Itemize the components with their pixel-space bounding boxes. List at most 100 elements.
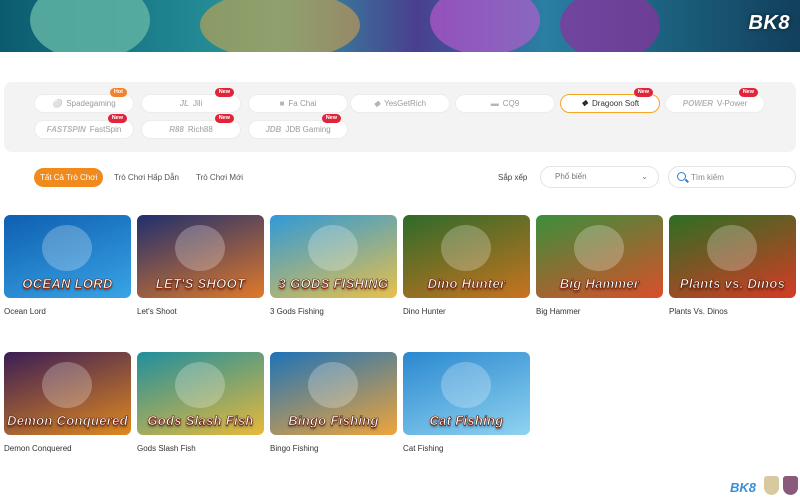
provider-jili[interactable]: JL Jili New: [141, 88, 241, 113]
game-art: [42, 362, 92, 408]
game-art-title: Plants vs. Dinos: [679, 276, 786, 291]
game-name[interactable]: Ocean Lord: [4, 307, 131, 316]
partner-crest-icon: [783, 476, 798, 495]
game-name[interactable]: Demon Conquered: [4, 444, 131, 453]
provider-yesgetrich[interactable]: ◆ YesGetRich: [350, 94, 450, 113]
game-card[interactable]: Gods Slash Fish Gods Slash Fish: [137, 352, 264, 453]
game-name[interactable]: Bingo Fishing: [270, 444, 397, 453]
game-art-title: OCEAN LORD: [22, 276, 113, 291]
game-art: [441, 362, 491, 408]
provider-rich88[interactable]: R88 Rich88 New: [141, 114, 241, 139]
game-card[interactable]: Demon Conquered Demon Conquered: [4, 352, 131, 453]
game-thumbnail[interactable]: 3 GODS FISHING: [270, 215, 397, 298]
provider-v-power[interactable]: POWER V-Power New: [665, 88, 765, 113]
cq9-logo-icon: ▬: [490, 99, 499, 108]
game-name[interactable]: Let's Shoot: [137, 307, 264, 316]
sort-selected-value: Phổ biến: [555, 172, 587, 181]
provider-jdb-gaming[interactable]: JDB JDB Gaming New: [248, 114, 348, 139]
provider-dragoon-soft[interactable]: ❖ Dragoon Soft New: [560, 88, 660, 113]
game-name[interactable]: Big Hammer: [536, 307, 663, 316]
game-card[interactable]: Dino Hunter Dino Hunter: [403, 215, 530, 316]
search-input[interactable]: [691, 170, 791, 185]
game-art-title: Cat Fishing: [429, 413, 504, 428]
banner-art: [200, 0, 360, 52]
game-thumbnail[interactable]: Big Hammer: [536, 215, 663, 298]
game-name[interactable]: Plants Vs. Dinos: [669, 307, 796, 316]
game-art: [308, 225, 358, 271]
banner-art: [430, 0, 540, 52]
game-art: [574, 225, 624, 271]
game-art-title: Dino Hunter: [427, 276, 506, 291]
game-art: [707, 225, 757, 271]
game-art-title: Bingo Fishing: [288, 413, 379, 428]
brand-logo[interactable]: BK8: [748, 12, 790, 35]
chevron-down-icon: ⌄: [641, 172, 648, 181]
hero-banner: BK8: [0, 0, 800, 52]
search-box[interactable]: [668, 166, 796, 188]
provider-panel: ⚪ Spadegaming Hot JL Jili New ■ Fa Chai …: [4, 82, 796, 152]
provider-label: Jili: [193, 99, 203, 108]
fastspin-logo-icon: FASTSPIN: [46, 125, 86, 134]
provider-label: V-Power: [717, 99, 748, 108]
provider-cq9[interactable]: ▬ CQ9: [455, 94, 555, 113]
game-art: [308, 362, 358, 408]
provider-label: CQ9: [502, 99, 520, 108]
game-art: [175, 362, 225, 408]
game-art-title: Big Hammer: [559, 276, 640, 291]
banner-art: [560, 0, 660, 52]
game-name[interactable]: Dino Hunter: [403, 307, 530, 316]
game-thumbnail[interactable]: Gods Slash Fish: [137, 352, 264, 435]
banner-art: [30, 0, 150, 52]
partner-crest-icon: [764, 476, 779, 495]
game-thumbnail[interactable]: LET'S SHOOT: [137, 215, 264, 298]
provider-spadegaming[interactable]: ⚪ Spadegaming Hot: [34, 88, 134, 113]
provider-label: JDB Gaming: [285, 125, 331, 134]
game-art-title: Gods Slash Fish: [147, 413, 254, 428]
v-power-logo-icon: POWER: [682, 99, 713, 108]
game-art-title: 3 GODS FISHING: [278, 276, 389, 291]
jdb-logo-icon: JDB: [265, 125, 282, 134]
tab-new-games[interactable]: Trò Chơi Mới: [190, 168, 249, 187]
game-thumbnail[interactable]: Dino Hunter: [403, 215, 530, 298]
game-art-title: Demon Conquered: [7, 413, 128, 428]
game-card[interactable]: LET'S SHOOT Let's Shoot: [137, 215, 264, 316]
new-badge: New: [321, 114, 341, 123]
game-thumbnail[interactable]: OCEAN LORD: [4, 215, 131, 298]
new-badge: New: [633, 88, 653, 97]
game-card[interactable]: Plants vs. Dinos Plants Vs. Dinos: [669, 215, 796, 316]
game-name[interactable]: Cat Fishing: [403, 444, 530, 453]
game-card[interactable]: Cat Fishing Cat Fishing: [403, 352, 530, 453]
game-art: [175, 225, 225, 271]
provider-label: Fa Chai: [288, 99, 317, 108]
game-thumbnail[interactable]: Cat Fishing: [403, 352, 530, 435]
rich88-logo-icon: R88: [169, 125, 184, 134]
provider-label: Rich88: [187, 125, 213, 134]
new-badge: New: [107, 114, 127, 123]
game-art: [42, 225, 92, 271]
game-card[interactable]: Bingo Fishing Bingo Fishing: [270, 352, 397, 453]
sort-select[interactable]: Phổ biến ⌄: [540, 166, 659, 188]
provider-label: Spadegaming: [66, 99, 116, 108]
tab-all-games[interactable]: Tất Cả Trò Chơi: [34, 168, 104, 187]
hot-badge: Hot: [109, 88, 127, 97]
game-card[interactable]: OCEAN LORD Ocean Lord: [4, 215, 131, 316]
game-thumbnail[interactable]: Demon Conquered: [4, 352, 131, 435]
tab-hot-games[interactable]: Trò Chơi Hấp Dẫn: [108, 168, 185, 187]
provider-fastspin[interactable]: FASTSPIN FastSpin New: [34, 114, 134, 139]
game-name[interactable]: Gods Slash Fish: [137, 444, 264, 453]
jili-logo-icon: JL: [179, 99, 189, 108]
spadegaming-logo-icon: ⚪: [52, 99, 63, 108]
provider-fa-chai[interactable]: ■ Fa Chai: [248, 94, 348, 113]
game-art-title: LET'S SHOOT: [155, 276, 246, 291]
search-icon: [677, 172, 686, 181]
game-name[interactable]: 3 Gods Fishing: [270, 307, 397, 316]
game-card[interactable]: 3 GODS FISHING 3 Gods Fishing: [270, 215, 397, 316]
footer-brand-logo: BK8: [730, 480, 757, 495]
new-badge: New: [214, 88, 234, 97]
game-thumbnail[interactable]: Plants vs. Dinos: [669, 215, 796, 298]
provider-label: YesGetRich: [384, 99, 427, 108]
yesgetrich-logo-icon: ◆: [373, 99, 381, 108]
game-thumbnail[interactable]: Bingo Fishing: [270, 352, 397, 435]
game-card[interactable]: Big Hammer Big Hammer: [536, 215, 663, 316]
sort-label: Sắp xếp: [498, 173, 528, 182]
